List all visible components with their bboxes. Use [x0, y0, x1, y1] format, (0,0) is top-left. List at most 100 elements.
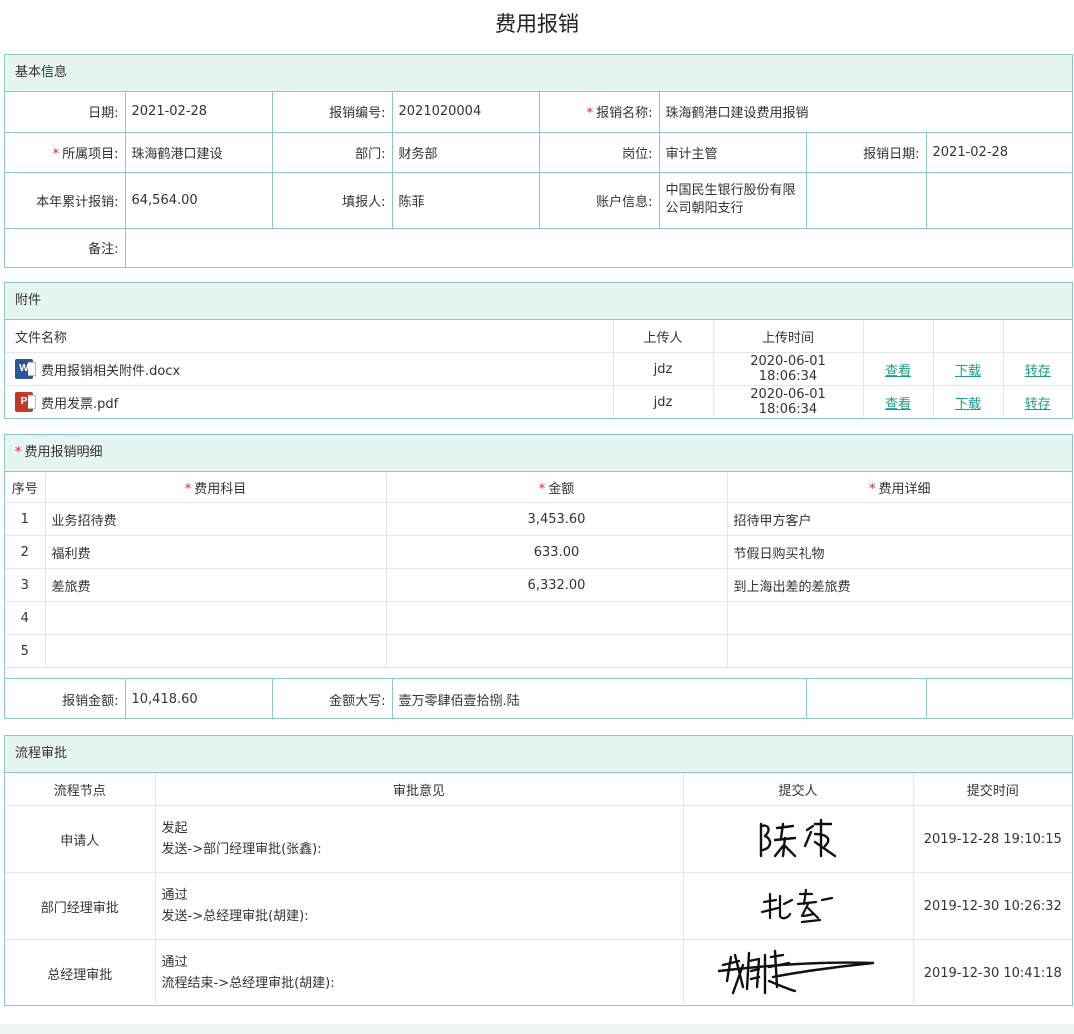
ytd-value: 64,564.00 [125, 172, 273, 229]
post-value: 审计主管 [659, 132, 807, 173]
column-header-amount: * 金额 [386, 472, 728, 503]
number-label: 报销编号: [272, 92, 393, 133]
pdf-file-icon: P [15, 392, 36, 412]
empty-cell [926, 172, 1072, 229]
column-header-time: 上传时间 [713, 320, 864, 353]
required-mark: * [586, 106, 594, 122]
row-index: 5 [5, 634, 46, 668]
filler-label: 填报人: [272, 172, 393, 229]
number-value: 2021020004 [392, 92, 540, 133]
transfer-link[interactable]: 转存 [1025, 364, 1051, 379]
required-mark: * [15, 445, 22, 460]
row-index: 2 [5, 535, 46, 569]
expense-item [45, 634, 387, 668]
file-name[interactable]: 费用发票.pdf [41, 393, 118, 412]
approval-opinion: 通过 发送->总经理审批(胡建): [155, 872, 684, 940]
date-value: 2021-02-28 [125, 92, 273, 133]
expense-detail: 到上海出差的差旅费 [727, 568, 1072, 602]
required-mark: * [52, 146, 60, 162]
basic-info-header: 基本信息 [5, 55, 1072, 92]
signature-image [759, 818, 837, 858]
column-header-uploader: 上传人 [613, 320, 714, 353]
column-header-opinion: 审批意见 [155, 773, 684, 806]
uploader: jdz [613, 352, 714, 386]
flow-node: 部门经理审批 [5, 872, 156, 940]
basic-info-grid: 日期: 2021-02-28 报销编号: 2021020004 * 报销名称: 珠… [5, 92, 1072, 267]
dept-label: 部门: [272, 132, 393, 173]
expense-amount [386, 634, 728, 668]
expense-row: 5 [5, 634, 1072, 668]
approval-row: 申请人 发起 发送->部门经理审批(张鑫): 2019-12-28 19:10:… [5, 805, 1072, 873]
download-link[interactable]: 下载 [955, 397, 981, 412]
attachment-row: W 费用报销相关附件.docx jdz 2020-06-01 18:06:34 … [5, 352, 1072, 386]
capital-label: 金额大写: [272, 678, 393, 719]
project-value: 珠海鹤港口建设 [125, 132, 273, 173]
empty-cell [806, 172, 927, 229]
expense-totals: 报销金额: 10,418.60 金额大写: 壹万零肆佰壹拾捌.陆 [5, 678, 1072, 719]
reimb-date-value: 2021-02-28 [926, 132, 1072, 173]
account-label: 账户信息: [539, 172, 660, 229]
expense-row: 1 业务招待费 3,453.60 招待甲方客户 [5, 502, 1072, 536]
column-header-time: 提交时间 [913, 773, 1072, 806]
column-header-submitter: 提交人 [683, 773, 914, 806]
dept-value: 财务部 [392, 132, 540, 173]
attachments-panel: 附件 文件名称 上传人 上传时间 W 费用报销相关附件.docx jdz 202… [4, 282, 1073, 419]
page-title: 费用报销 [495, 12, 579, 36]
expense-detail-header: * 费用报销明细 [5, 435, 1072, 472]
total-value: 10,418.60 [125, 678, 273, 719]
empty-cell [806, 678, 927, 719]
attachment-row: P 费用发票.pdf jdz 2020-06-01 18:06:34 查看 下载… [5, 385, 1072, 418]
signature-image [760, 888, 834, 924]
expense-amount [386, 601, 728, 635]
row-index: 1 [5, 502, 46, 536]
expense-detail-panel: * 费用报销明细 序号 * 费用科目 * 金额 * 费用详细 1 业务招待费 3,453… [4, 434, 1073, 719]
project-label: * 所属项目: [5, 132, 126, 173]
account-value: 中国民生银行股份有限公司朝阳支行 [659, 172, 807, 229]
approval-panel: 流程审批 流程节点 审批意见 提交人 提交时间 申请人 发起 发送->部门经理审… [4, 735, 1073, 1006]
row-index: 3 [5, 568, 46, 602]
remark-value [125, 228, 1072, 267]
download-link[interactable]: 下载 [955, 364, 981, 379]
word-file-icon: W [15, 359, 36, 379]
footer-strip [0, 1024, 1074, 1034]
approval-row: 总经理审批 通过 流程结束->总经理审批(胡建): 2019-12-30 10:… [5, 939, 1072, 1006]
view-link[interactable]: 查看 [885, 364, 911, 379]
expense-amount: 633.00 [386, 535, 728, 569]
approval-opinion: 发起 发送->部门经理审批(张鑫): [155, 805, 684, 873]
expense-detail: 招待甲方客户 [727, 502, 1072, 536]
upload-time: 2020-06-01 18:06:34 [713, 352, 864, 386]
expense-item: 福利费 [45, 535, 387, 569]
name-value: 珠海鹤港口建设费用报销 [659, 92, 1072, 133]
file-name[interactable]: 费用报销相关附件.docx [41, 360, 180, 379]
expense-detail [727, 634, 1072, 668]
expense-detail [727, 601, 1072, 635]
attachments-table: 文件名称 上传人 上传时间 W 费用报销相关附件.docx jdz 2020-0… [5, 320, 1072, 418]
ytd-label: 本年累计报销: [5, 172, 126, 229]
column-header-detail: * 费用详细 [727, 472, 1072, 503]
expense-item: 差旅费 [45, 568, 387, 602]
column-header-node: 流程节点 [5, 773, 156, 806]
view-link[interactable]: 查看 [885, 397, 911, 412]
approval-opinion: 通过 流程结束->总经理审批(胡建): [155, 939, 684, 1006]
post-label: 岗位: [539, 132, 660, 173]
date-label: 日期: [5, 92, 126, 133]
total-label: 报销金额: [5, 678, 126, 719]
transfer-link[interactable]: 转存 [1025, 397, 1051, 412]
remark-label: 备注: [5, 228, 126, 267]
submit-time: 2019-12-30 10:26:32 [913, 872, 1072, 940]
approval-table: 流程节点 审批意见 提交人 提交时间 申请人 发起 发送->部门经理审批(张鑫)… [5, 773, 1072, 1006]
submit-time: 2019-12-30 10:41:18 [923, 965, 1062, 981]
reimb-date-label: 报销日期: [806, 132, 927, 173]
expense-amount: 6,332.00 [386, 568, 728, 602]
expense-item: 业务招待费 [45, 502, 387, 536]
submit-time: 2019-12-28 19:10:15 [913, 805, 1072, 873]
expense-row: 3 差旅费 6,332.00 到上海出差的差旅费 [5, 568, 1072, 602]
column-header-item: * 费用科目 [45, 472, 387, 503]
capital-value: 壹万零肆佰壹拾捌.陆 [392, 678, 807, 719]
attachments-header: 附件 [5, 283, 1072, 320]
expense-detail: 节假日购买礼物 [727, 535, 1072, 569]
flow-node: 总经理审批 [5, 939, 156, 1006]
filler-value: 陈菲 [392, 172, 540, 229]
column-header-file: 文件名称 [5, 320, 614, 353]
uploader: jdz [613, 385, 714, 418]
